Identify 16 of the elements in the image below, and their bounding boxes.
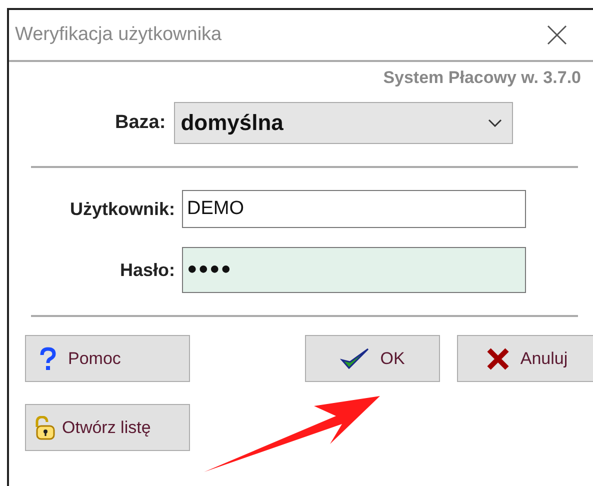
field-label: Hasło: bbox=[118, 260, 175, 280]
database-dropdown[interactable]: domyślna bbox=[174, 102, 513, 144]
help-button[interactable]: Pomoc bbox=[25, 335, 190, 382]
open-list-button[interactable]: Otwórz listę bbox=[25, 404, 190, 451]
close-icon[interactable] bbox=[547, 25, 567, 45]
username-field[interactable]: DEMO bbox=[182, 190, 526, 228]
ok-button[interactable]: OK bbox=[305, 335, 440, 382]
password-field[interactable]: ●●●● bbox=[182, 247, 526, 293]
window-title: Weryfikacja użytkownika bbox=[15, 24, 222, 46]
x-mark-icon bbox=[486, 346, 510, 370]
field-label: Użytkownik: bbox=[68, 198, 175, 220]
help-icon bbox=[38, 346, 58, 370]
checkmark-icon bbox=[340, 346, 370, 370]
version-label: System Płacowy w. 3.7.0 bbox=[382, 68, 582, 88]
field-label: Baza: bbox=[115, 112, 166, 134]
cancel-button[interactable]: Anuluj bbox=[457, 335, 593, 382]
